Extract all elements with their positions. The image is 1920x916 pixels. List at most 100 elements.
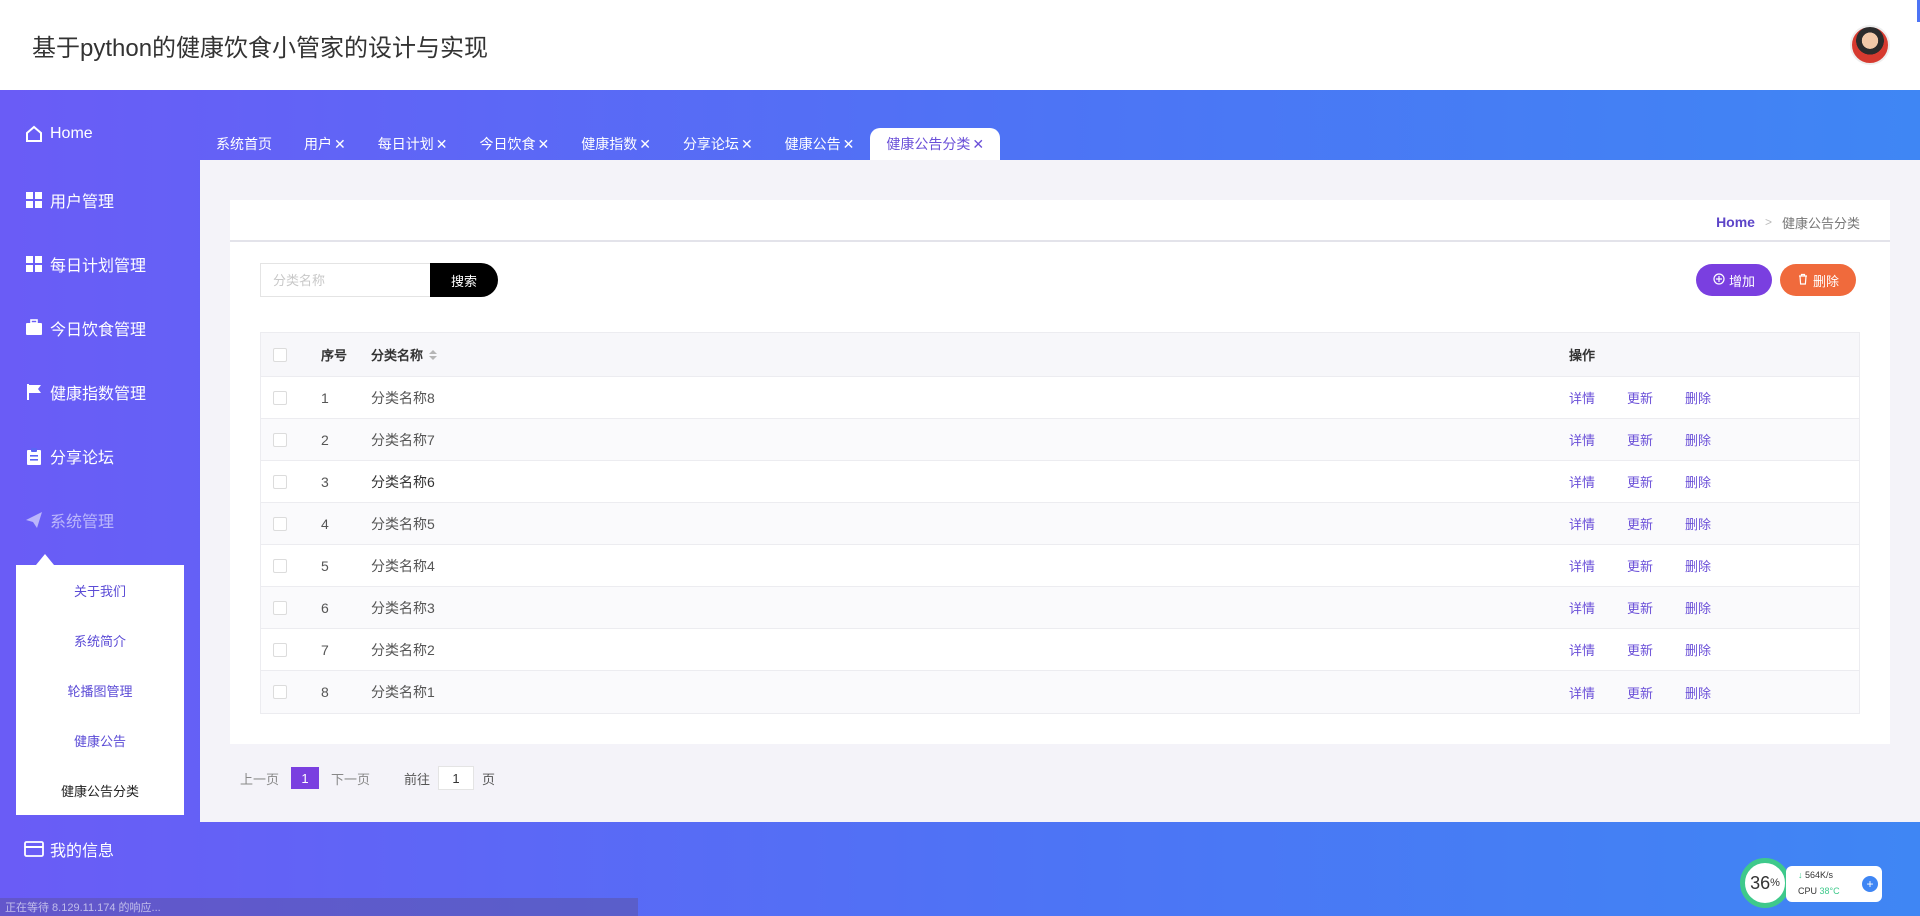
detail-link[interactable]: 详情 bbox=[1569, 556, 1595, 575]
submenu-item-about[interactable]: 关于我们 bbox=[16, 570, 184, 610]
table-row: 5 分类名称4 详情 更新 删除 bbox=[261, 545, 1859, 587]
sidebar-item-today-diet[interactable]: 今日饮食管理 bbox=[0, 308, 200, 348]
row-checkbox[interactable] bbox=[273, 377, 287, 418]
update-link[interactable]: 更新 bbox=[1627, 640, 1653, 659]
delete-link[interactable]: 删除 bbox=[1685, 388, 1711, 407]
select-all-checkbox[interactable] bbox=[273, 333, 287, 376]
close-icon[interactable]: ✕ bbox=[537, 136, 549, 153]
delete-link[interactable]: 删除 bbox=[1685, 683, 1711, 702]
tab-users[interactable]: 用户 ✕ bbox=[288, 128, 362, 160]
table-row: 7 分类名称2 详情 更新 删除 bbox=[261, 629, 1859, 671]
detail-link[interactable]: 详情 bbox=[1569, 388, 1595, 407]
memory-percent: 36 bbox=[1750, 872, 1771, 893]
detail-link[interactable]: 详情 bbox=[1569, 472, 1595, 491]
detail-link[interactable]: 详情 bbox=[1569, 683, 1595, 702]
main-content: Home > 健康公告分类 搜索 增加 删除 序号 分类名称 bbox=[200, 160, 1920, 822]
submenu-item-announcement[interactable]: 健康公告 bbox=[16, 720, 184, 760]
delete-link[interactable]: 删除 bbox=[1685, 472, 1711, 491]
system-monitor-widget[interactable]: 36% ↓ 564K/s CPU 38°C + bbox=[1740, 858, 1882, 908]
sidebar-item-home[interactable]: Home bbox=[0, 114, 200, 154]
add-button-label: 增加 bbox=[1728, 273, 1755, 289]
delete-link[interactable]: 删除 bbox=[1685, 598, 1711, 617]
close-icon[interactable]: ✕ bbox=[972, 136, 984, 153]
detail-link[interactable]: 详情 bbox=[1569, 640, 1595, 659]
detail-link[interactable]: 详情 bbox=[1569, 430, 1595, 449]
row-name: 分类名称4 bbox=[371, 557, 435, 574]
user-avatar[interactable] bbox=[1850, 25, 1890, 65]
row-name: 分类名称1 bbox=[371, 684, 435, 700]
breadcrumb-separator: > bbox=[1764, 215, 1772, 229]
sidebar-item-system-management[interactable]: 系统管理 bbox=[0, 500, 200, 540]
row-ops: 详情 更新 删除 bbox=[1569, 545, 1743, 586]
close-icon[interactable]: ✕ bbox=[639, 136, 651, 153]
row-checkbox[interactable] bbox=[273, 671, 287, 713]
row-checkbox[interactable] bbox=[273, 419, 287, 460]
update-link[interactable]: 更新 bbox=[1627, 683, 1653, 702]
sidebar-item-health-index[interactable]: 健康指数管理 bbox=[0, 372, 200, 412]
paper-plane-icon bbox=[24, 510, 44, 530]
sidebar-item-label: Home bbox=[50, 125, 93, 142]
row-checkbox[interactable] bbox=[273, 587, 287, 628]
plus-circle-icon bbox=[1713, 272, 1725, 288]
tab-label: 健康指数 bbox=[581, 136, 638, 152]
prev-page-button[interactable]: 上一页 bbox=[240, 769, 279, 788]
row-index: 6 bbox=[321, 599, 329, 616]
detail-link[interactable]: 详情 bbox=[1569, 598, 1595, 617]
update-link[interactable]: 更新 bbox=[1627, 472, 1653, 491]
tab-health-index[interactable]: 健康指数 ✕ bbox=[565, 128, 667, 160]
delete-button[interactable]: 删除 bbox=[1780, 264, 1856, 296]
row-ops: 详情 更新 删除 bbox=[1569, 461, 1743, 502]
tab-announcement-category[interactable]: 健康公告分类 ✕ bbox=[870, 128, 1001, 160]
tab-forum[interactable]: 分享论坛 ✕ bbox=[667, 128, 769, 160]
tab-daily-plan[interactable]: 每日计划 ✕ bbox=[362, 128, 464, 160]
sidebar-item-forum[interactable]: 分享论坛 bbox=[0, 436, 200, 476]
submenu-arrow bbox=[36, 554, 54, 565]
breadcrumb-home[interactable]: Home bbox=[1716, 214, 1755, 230]
add-button[interactable]: 增加 bbox=[1696, 264, 1772, 296]
tab-home[interactable]: 系统首页 bbox=[200, 128, 288, 160]
update-link[interactable]: 更新 bbox=[1627, 430, 1653, 449]
update-link[interactable]: 更新 bbox=[1627, 514, 1653, 533]
update-link[interactable]: 更新 bbox=[1627, 388, 1653, 407]
close-icon[interactable]: ✕ bbox=[436, 136, 448, 153]
submenu-item-intro[interactable]: 系统简介 bbox=[16, 620, 184, 660]
grid-icon bbox=[24, 190, 44, 210]
row-ops: 详情 更新 删除 bbox=[1569, 503, 1743, 544]
row-checkbox[interactable] bbox=[273, 503, 287, 544]
plus-icon[interactable]: + bbox=[1862, 876, 1878, 892]
tab-announcement[interactable]: 健康公告 ✕ bbox=[769, 128, 871, 160]
row-checkbox[interactable] bbox=[273, 461, 287, 502]
next-page-button[interactable]: 下一页 bbox=[331, 769, 370, 788]
sidebar-item-my-info[interactable]: 我的信息 bbox=[0, 829, 200, 869]
search-input[interactable] bbox=[260, 263, 430, 297]
divider bbox=[230, 240, 1890, 242]
delete-link[interactable]: 删除 bbox=[1685, 430, 1711, 449]
page-number-current[interactable]: 1 bbox=[291, 767, 320, 789]
tab-today-diet[interactable]: 今日饮食 ✕ bbox=[463, 128, 565, 160]
row-checkbox[interactable] bbox=[273, 545, 287, 586]
close-icon[interactable]: ✕ bbox=[334, 136, 346, 153]
sidebar-item-label: 系统管理 bbox=[50, 514, 115, 531]
table-row: 6 分类名称3 详情 更新 删除 bbox=[261, 587, 1859, 629]
update-link[interactable]: 更新 bbox=[1627, 556, 1653, 575]
detail-link[interactable]: 详情 bbox=[1569, 514, 1595, 533]
sidebar-item-user-management[interactable]: 用户管理 bbox=[0, 180, 200, 220]
delete-link[interactable]: 删除 bbox=[1685, 640, 1711, 659]
goto-page-input[interactable] bbox=[438, 766, 475, 790]
delete-link[interactable]: 删除 bbox=[1685, 514, 1711, 533]
header-name[interactable]: 分类名称 bbox=[371, 333, 438, 376]
close-icon[interactable]: ✕ bbox=[741, 136, 753, 153]
update-link[interactable]: 更新 bbox=[1627, 598, 1653, 617]
row-checkbox[interactable] bbox=[273, 629, 287, 670]
delete-link[interactable]: 删除 bbox=[1685, 556, 1711, 575]
search-button[interactable]: 搜索 bbox=[430, 263, 498, 297]
net-speed-value: 564K/s bbox=[1805, 870, 1834, 880]
submenu-item-carousel[interactable]: 轮播图管理 bbox=[16, 670, 184, 710]
sort-icon[interactable] bbox=[429, 349, 438, 360]
sidebar-item-daily-plan[interactable]: 每日计划管理 bbox=[0, 244, 200, 284]
sidebar-item-label: 每日计划管理 bbox=[50, 258, 147, 275]
close-icon[interactable]: ✕ bbox=[843, 136, 855, 153]
row-name: 分类名称8 bbox=[371, 389, 435, 406]
submenu-item-announcement-category[interactable]: 健康公告分类 bbox=[16, 770, 184, 810]
row-ops: 详情 更新 删除 bbox=[1569, 629, 1743, 670]
